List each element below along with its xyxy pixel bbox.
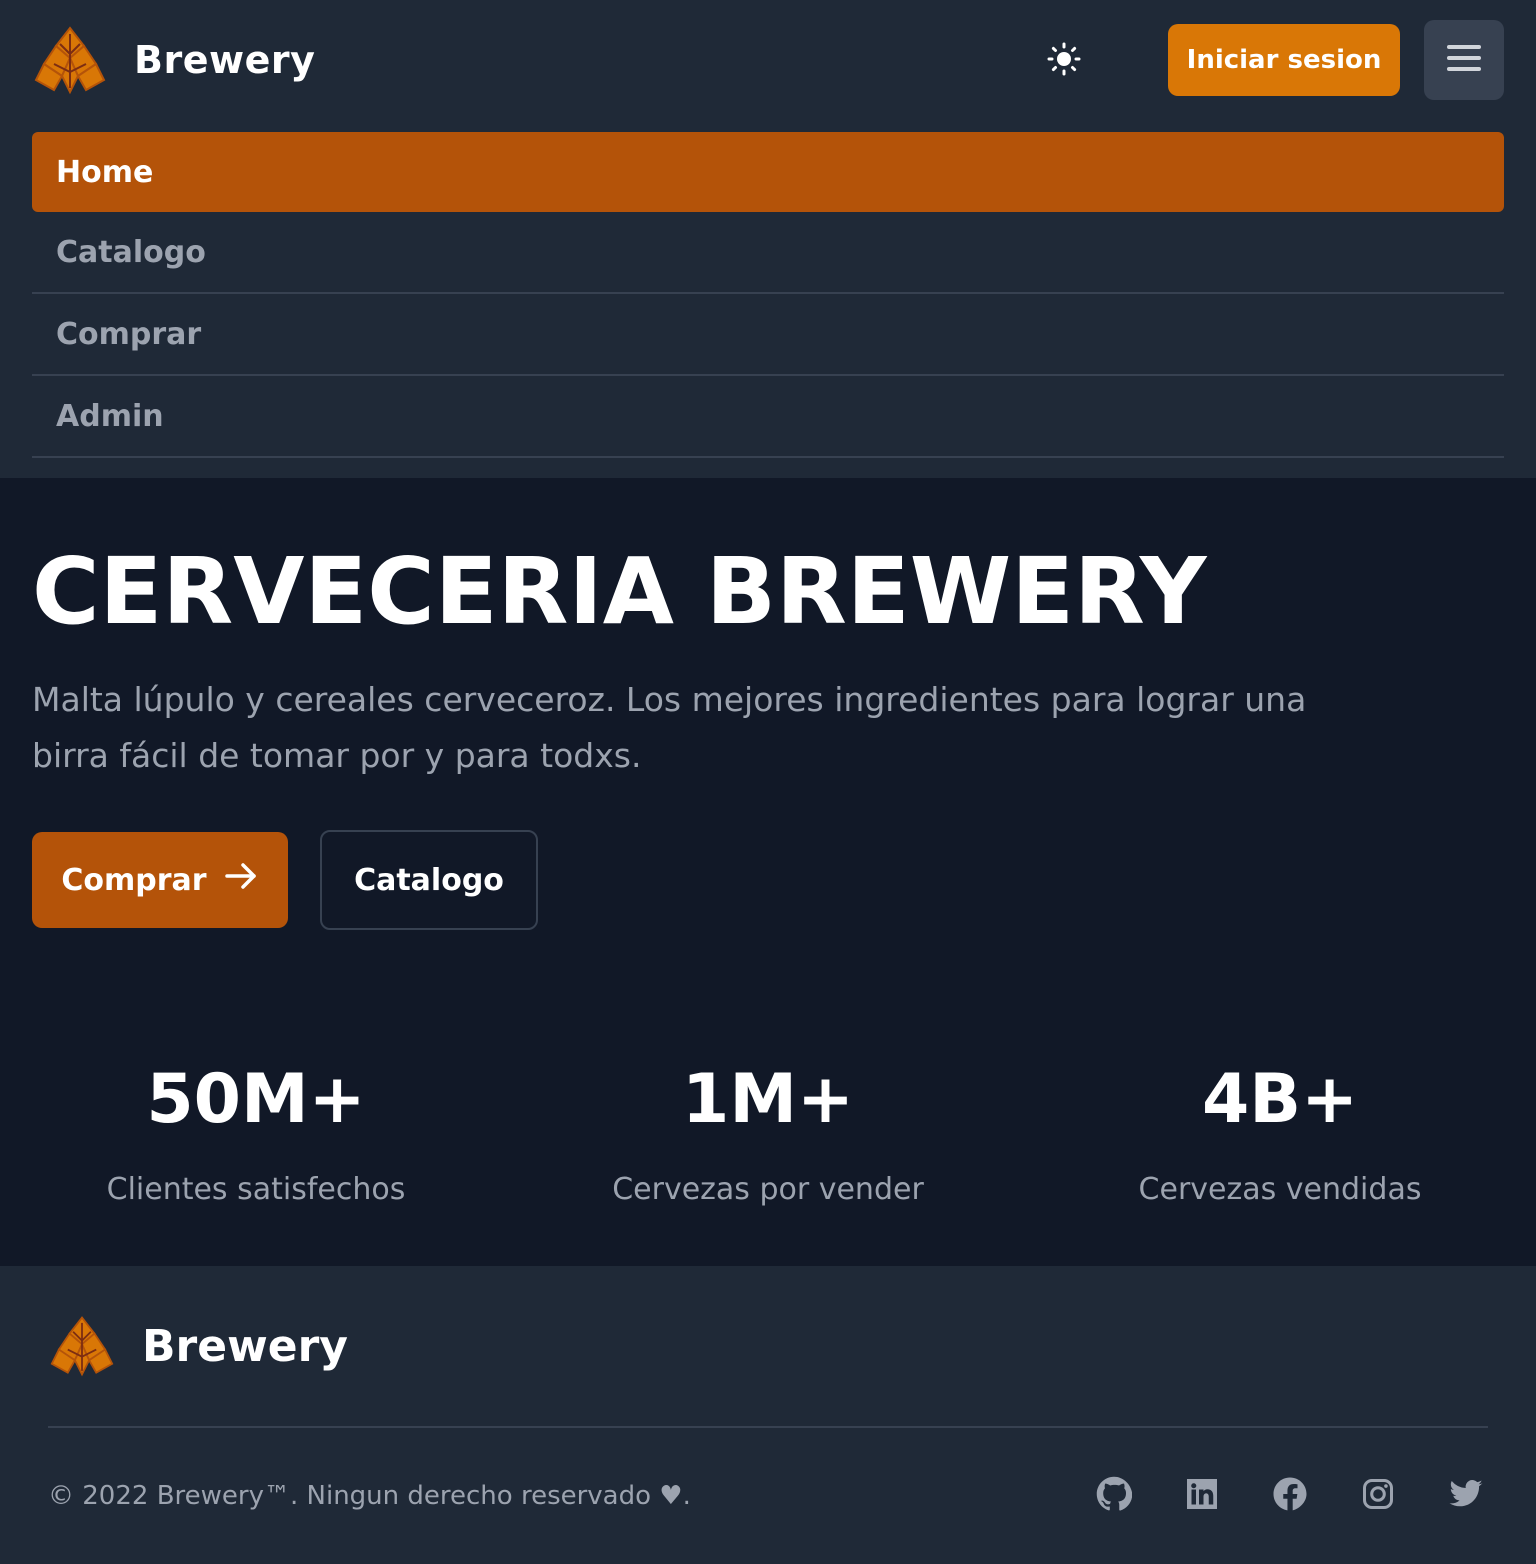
social-links — [1096, 1476, 1484, 1512]
hamburger-icon — [1444, 38, 1484, 82]
facebook-link[interactable] — [1272, 1476, 1308, 1512]
site-footer: Brewery © 2022 Brewery™. Ningun derecho … — [0, 1266, 1536, 1564]
facebook-icon — [1272, 1476, 1308, 1512]
hero-description: Malta lúpulo y cereales cerveceroz. Los … — [32, 680, 1307, 775]
github-link[interactable] — [1096, 1476, 1132, 1512]
site-header: Brewery Iniciar sesion Home Catalogo Com… — [0, 0, 1536, 478]
linkedin-link[interactable] — [1184, 1476, 1220, 1512]
nav-item-home[interactable]: Home — [32, 132, 1504, 212]
instagram-icon — [1360, 1476, 1396, 1512]
stat-item: 1M+ Cervezas por vender — [512, 1060, 1024, 1210]
catalog-button-label: Catalogo — [354, 862, 504, 898]
main-nav: Home Catalogo Comprar Admin — [32, 132, 1504, 458]
stat-label: Cervezas por vender — [612, 1172, 924, 1207]
stat-label: Cervezas vendidas — [1138, 1172, 1422, 1207]
instagram-link[interactable] — [1360, 1476, 1396, 1512]
brand-logo-link[interactable]: Brewery — [32, 24, 315, 96]
stats-section: 50M+ Clientes satisfechos 1M+ Cervezas p… — [0, 1060, 1536, 1210]
footer-divider — [48, 1426, 1488, 1428]
hop-logo-icon — [48, 1314, 116, 1378]
sun-icon — [1047, 42, 1081, 80]
hero-title: CERVECERIA BREWERY — [32, 538, 1207, 645]
copyright-text: © 2022 Brewery™. Ningun derecho reservad… — [48, 1481, 691, 1511]
theme-toggle-button[interactable] — [1040, 40, 1088, 82]
nav-item-admin[interactable]: Admin — [32, 376, 1504, 458]
stat-item: 4B+ Cervezas vendidas — [1024, 1060, 1536, 1210]
nav-item-catalogo[interactable]: Catalogo — [32, 212, 1504, 294]
stat-value: 1M+ — [682, 1060, 854, 1139]
hop-logo-icon — [32, 24, 108, 96]
arrow-right-icon — [207, 858, 259, 902]
linkedin-icon — [1184, 1476, 1220, 1512]
nav-item-comprar[interactable]: Comprar — [32, 294, 1504, 376]
stat-item: 50M+ Clientes satisfechos — [0, 1060, 512, 1210]
login-button[interactable]: Iniciar sesion — [1168, 24, 1400, 96]
github-icon — [1096, 1476, 1132, 1512]
catalog-button[interactable]: Catalogo — [320, 830, 538, 930]
brand-name: Brewery — [134, 38, 316, 82]
stat-label: Clientes satisfechos — [106, 1172, 406, 1207]
buy-button[interactable]: Comprar — [32, 832, 288, 928]
menu-toggle-button[interactable] — [1424, 20, 1504, 100]
twitter-icon — [1448, 1476, 1484, 1512]
stat-value: 50M+ — [146, 1060, 366, 1139]
stat-value: 4B+ — [1201, 1060, 1359, 1139]
twitter-link[interactable] — [1448, 1476, 1484, 1512]
footer-brand-name: Brewery — [142, 1320, 348, 1372]
footer-brand-link[interactable]: Brewery — [48, 1314, 348, 1378]
buy-button-label: Comprar — [61, 862, 207, 898]
